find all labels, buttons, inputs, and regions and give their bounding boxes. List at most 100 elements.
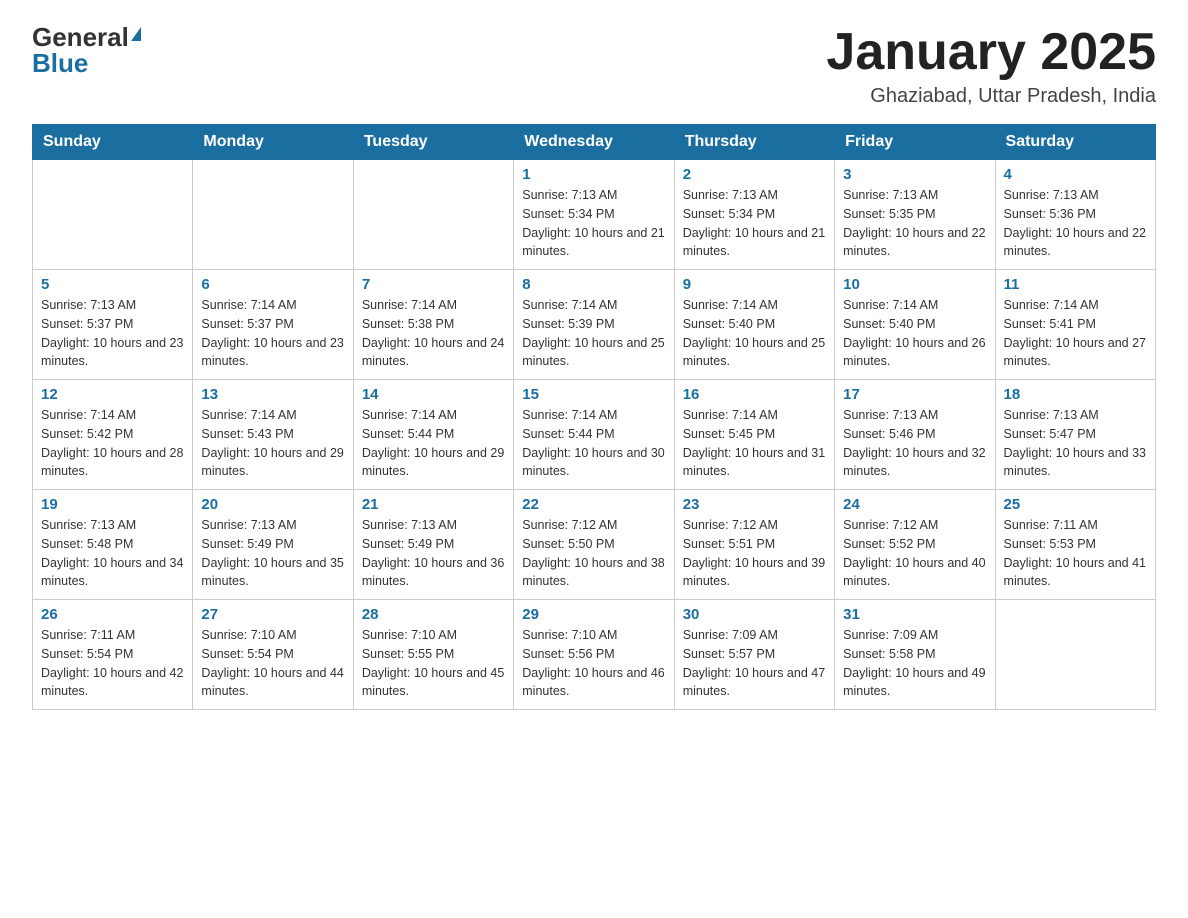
calendar-cell: 11 Sunrise: 7:14 AM Sunset: 5:41 PM Dayli… [995, 270, 1155, 380]
day-info: Sunrise: 7:14 AM Sunset: 5:41 PM Dayligh… [1004, 296, 1147, 371]
calendar-week-4: 19 Sunrise: 7:13 AM Sunset: 5:48 PM Dayli… [33, 490, 1156, 600]
day-number: 11 [1004, 276, 1147, 293]
weekday-header-monday: Monday [193, 125, 353, 160]
calendar-table: SundayMondayTuesdayWednesdayThursdayFrid… [32, 124, 1156, 710]
calendar-cell: 10Sunrise: 7:14 AM Sunset: 5:40 PM Dayli… [835, 270, 995, 380]
day-info: Sunrise: 7:14 AM Sunset: 5:44 PM Dayligh… [362, 406, 505, 481]
calendar-cell [353, 160, 513, 270]
weekday-header-wednesday: Wednesday [514, 125, 674, 160]
day-number: 19 [41, 496, 184, 513]
day-number: 8 [522, 276, 665, 293]
calendar-cell: 16Sunrise: 7:14 AM Sunset: 5:45 PM Dayli… [674, 380, 834, 490]
day-number: 15 [522, 386, 665, 403]
day-number: 5 [41, 276, 184, 293]
day-info: Sunrise: 7:10 AM Sunset: 5:55 PM Dayligh… [362, 626, 505, 701]
day-info: Sunrise: 7:10 AM Sunset: 5:54 PM Dayligh… [201, 626, 344, 701]
day-number: 3 [843, 166, 986, 183]
page-header: General Blue January 2025 Ghaziabad, Utt… [32, 24, 1156, 108]
day-info: Sunrise: 7:13 AM Sunset: 5:37 PM Dayligh… [41, 296, 184, 371]
month-title: January 2025 [826, 24, 1156, 81]
day-info: Sunrise: 7:14 AM Sunset: 5:42 PM Dayligh… [41, 406, 184, 481]
calendar-cell: 19 Sunrise: 7:13 AM Sunset: 5:48 PM Dayli… [33, 490, 193, 600]
day-info: Sunrise: 7:13 AM Sunset: 5:46 PM Dayligh… [843, 406, 986, 481]
calendar-cell: 13Sunrise: 7:14 AM Sunset: 5:43 PM Dayli… [193, 380, 353, 490]
day-info: Sunrise: 7:14 AM Sunset: 5:38 PM Dayligh… [362, 296, 505, 371]
weekday-header-row: SundayMondayTuesdayWednesdayThursdayFrid… [33, 125, 1156, 160]
weekday-header-tuesday: Tuesday [353, 125, 513, 160]
day-number: 29 [522, 606, 665, 623]
day-info: Sunrise: 7:11 AM Sunset: 5:53 PM Dayligh… [1004, 516, 1147, 591]
logo: General Blue [32, 24, 141, 76]
calendar-cell: 15Sunrise: 7:14 AM Sunset: 5:44 PM Dayli… [514, 380, 674, 490]
calendar-cell [193, 160, 353, 270]
calendar-cell: 25 Sunrise: 7:11 AM Sunset: 5:53 PM Dayli… [995, 490, 1155, 600]
calendar-cell: 9 Sunrise: 7:14 AM Sunset: 5:40 PM Daylig… [674, 270, 834, 380]
calendar-week-2: 5 Sunrise: 7:13 AM Sunset: 5:37 PM Daylig… [33, 270, 1156, 380]
day-info: Sunrise: 7:09 AM Sunset: 5:58 PM Dayligh… [843, 626, 986, 701]
day-info: Sunrise: 7:13 AM Sunset: 5:47 PM Dayligh… [1004, 406, 1147, 481]
calendar-body: 1 Sunrise: 7:13 AM Sunset: 5:34 PM Daylig… [33, 160, 1156, 710]
weekday-header-sunday: Sunday [33, 125, 193, 160]
day-number: 4 [1004, 166, 1147, 183]
day-info: Sunrise: 7:14 AM Sunset: 5:39 PM Dayligh… [522, 296, 665, 371]
logo-general-text: General [32, 24, 129, 50]
day-info: Sunrise: 7:13 AM Sunset: 5:34 PM Dayligh… [522, 186, 665, 261]
calendar-cell: 22Sunrise: 7:12 AM Sunset: 5:50 PM Dayli… [514, 490, 674, 600]
day-info: Sunrise: 7:13 AM Sunset: 5:49 PM Dayligh… [201, 516, 344, 591]
day-info: Sunrise: 7:13 AM Sunset: 5:35 PM Dayligh… [843, 186, 986, 261]
calendar-cell: 2 Sunrise: 7:13 AM Sunset: 5:34 PM Daylig… [674, 160, 834, 270]
day-number: 18 [1004, 386, 1147, 403]
day-info: Sunrise: 7:12 AM Sunset: 5:51 PM Dayligh… [683, 516, 826, 591]
day-number: 28 [362, 606, 505, 623]
day-number: 14 [362, 386, 505, 403]
calendar-cell: 20 Sunrise: 7:13 AM Sunset: 5:49 PM Dayli… [193, 490, 353, 600]
calendar-cell: 29Sunrise: 7:10 AM Sunset: 5:56 PM Dayli… [514, 600, 674, 710]
calendar-cell: 5 Sunrise: 7:13 AM Sunset: 5:37 PM Daylig… [33, 270, 193, 380]
day-info: Sunrise: 7:14 AM Sunset: 5:40 PM Dayligh… [683, 296, 826, 371]
calendar-cell: 31Sunrise: 7:09 AM Sunset: 5:58 PM Dayli… [835, 600, 995, 710]
calendar-cell: 21 Sunrise: 7:13 AM Sunset: 5:49 PM Dayli… [353, 490, 513, 600]
day-number: 1 [522, 166, 665, 183]
day-number: 30 [683, 606, 826, 623]
day-info: Sunrise: 7:12 AM Sunset: 5:50 PM Dayligh… [522, 516, 665, 591]
day-number: 9 [683, 276, 826, 293]
calendar-week-5: 26Sunrise: 7:11 AM Sunset: 5:54 PM Dayli… [33, 600, 1156, 710]
day-number: 2 [683, 166, 826, 183]
calendar-cell [995, 600, 1155, 710]
day-number: 13 [201, 386, 344, 403]
day-number: 16 [683, 386, 826, 403]
day-number: 7 [362, 276, 505, 293]
calendar-cell: 14 Sunrise: 7:14 AM Sunset: 5:44 PM Dayli… [353, 380, 513, 490]
calendar-cell: 1 Sunrise: 7:13 AM Sunset: 5:34 PM Daylig… [514, 160, 674, 270]
day-number: 23 [683, 496, 826, 513]
calendar-cell: 26Sunrise: 7:11 AM Sunset: 5:54 PM Dayli… [33, 600, 193, 710]
day-number: 21 [362, 496, 505, 513]
day-info: Sunrise: 7:14 AM Sunset: 5:37 PM Dayligh… [201, 296, 344, 371]
calendar-cell: 27Sunrise: 7:10 AM Sunset: 5:54 PM Dayli… [193, 600, 353, 710]
calendar-cell: 17 Sunrise: 7:13 AM Sunset: 5:46 PM Dayli… [835, 380, 995, 490]
day-info: Sunrise: 7:12 AM Sunset: 5:52 PM Dayligh… [843, 516, 986, 591]
day-number: 6 [201, 276, 344, 293]
day-info: Sunrise: 7:13 AM Sunset: 5:49 PM Dayligh… [362, 516, 505, 591]
day-number: 17 [843, 386, 986, 403]
calendar-cell: 23 Sunrise: 7:12 AM Sunset: 5:51 PM Dayli… [674, 490, 834, 600]
calendar-cell: 28 Sunrise: 7:10 AM Sunset: 5:55 PM Dayli… [353, 600, 513, 710]
logo-blue-text: Blue [32, 50, 88, 76]
day-number: 25 [1004, 496, 1147, 513]
day-info: Sunrise: 7:13 AM Sunset: 5:48 PM Dayligh… [41, 516, 184, 591]
day-info: Sunrise: 7:09 AM Sunset: 5:57 PM Dayligh… [683, 626, 826, 701]
calendar-cell: 18 Sunrise: 7:13 AM Sunset: 5:47 PM Dayli… [995, 380, 1155, 490]
day-number: 20 [201, 496, 344, 513]
day-info: Sunrise: 7:13 AM Sunset: 5:36 PM Dayligh… [1004, 186, 1147, 261]
calendar-cell: 7 Sunrise: 7:14 AM Sunset: 5:38 PM Daylig… [353, 270, 513, 380]
calendar-week-3: 12Sunrise: 7:14 AM Sunset: 5:42 PM Dayli… [33, 380, 1156, 490]
calendar-cell: 8 Sunrise: 7:14 AM Sunset: 5:39 PM Daylig… [514, 270, 674, 380]
day-info: Sunrise: 7:13 AM Sunset: 5:34 PM Dayligh… [683, 186, 826, 261]
calendar-header: SundayMondayTuesdayWednesdayThursdayFrid… [33, 125, 1156, 160]
calendar-cell [33, 160, 193, 270]
calendar-cell: 24Sunrise: 7:12 AM Sunset: 5:52 PM Dayli… [835, 490, 995, 600]
calendar-cell: 6 Sunrise: 7:14 AM Sunset: 5:37 PM Daylig… [193, 270, 353, 380]
weekday-header-thursday: Thursday [674, 125, 834, 160]
location-text: Ghaziabad, Uttar Pradesh, India [826, 85, 1156, 108]
day-number: 26 [41, 606, 184, 623]
